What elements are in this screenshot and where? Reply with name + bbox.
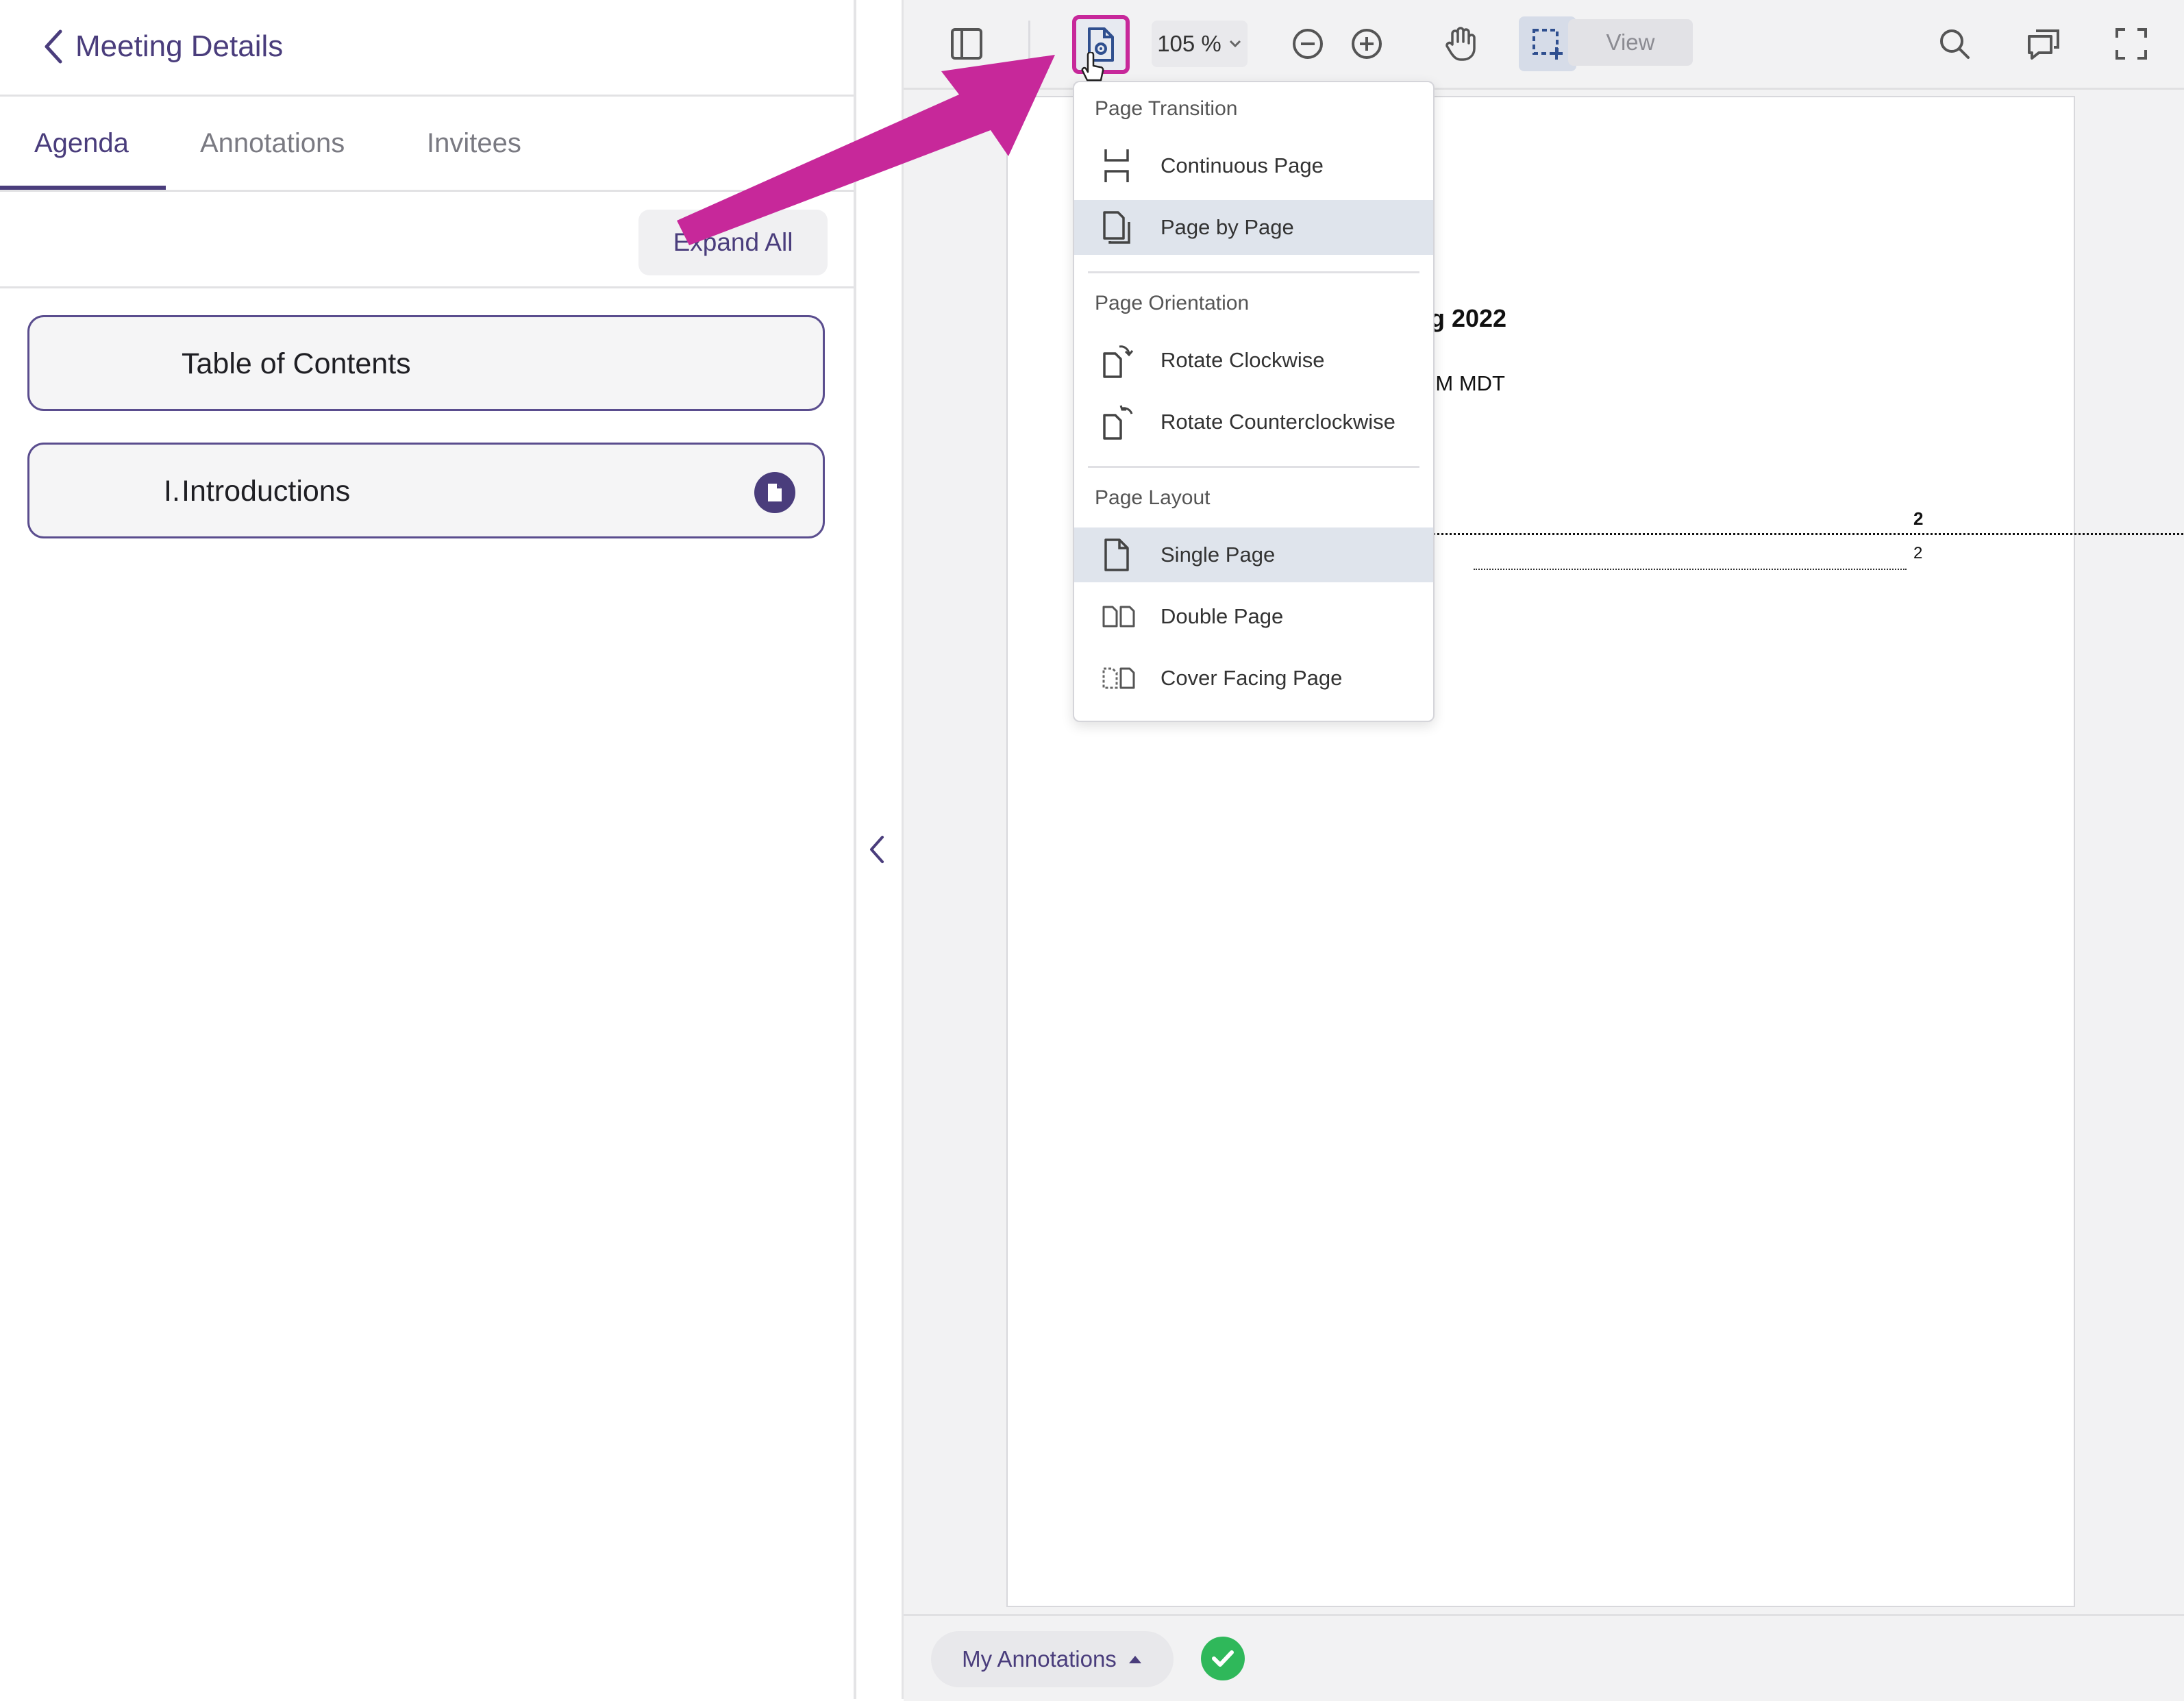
back-button[interactable]: Meeting Details <box>42 29 283 64</box>
chevron-left-icon <box>45 29 62 64</box>
toc-page-number: 2 <box>1913 508 1924 530</box>
menu-item-label: Double Page <box>1161 604 1284 628</box>
tab-agenda[interactable]: Agenda <box>34 128 129 159</box>
caret-up-icon <box>1128 1656 1141 1663</box>
zoom-out-icon[interactable] <box>1279 16 1337 71</box>
pointer-cursor-icon <box>1081 52 1104 82</box>
menu-item-label: Rotate Clockwise <box>1161 348 1325 372</box>
menu-item-label: Single Page <box>1161 543 1276 567</box>
fullscreen-icon[interactable] <box>2102 16 2160 71</box>
active-tab-indicator <box>0 186 166 190</box>
menu-heading-page-orientation: Page Orientation <box>1095 292 1250 314</box>
rotate-clockwise-icon <box>1102 343 1143 378</box>
menu-item-rotate-counterclockwise[interactable]: Rotate Counterclockwise <box>1074 395 1433 449</box>
menu-item-single-page[interactable]: Single Page <box>1074 527 1433 582</box>
agenda-item-number: I. <box>164 475 180 508</box>
tab-invitees[interactable]: Invitees <box>427 128 521 159</box>
agenda-item-introductions[interactable]: I. Introductions <box>27 443 825 538</box>
agenda-panel: Meeting Details Agenda Annotations Invit… <box>0 0 854 1699</box>
agenda-item-title: Table of Contents <box>182 347 411 380</box>
toc-line-1 <box>1391 519 2184 537</box>
menu-item-label: Continuous Page <box>1161 153 1324 177</box>
view-button[interactable]: View <box>1568 19 1693 66</box>
my-annotations-button[interactable]: My Annotations <box>931 1631 1174 1687</box>
toc-page-number: 2 <box>1913 544 1923 562</box>
rotate-counterclockwise-icon <box>1102 404 1143 440</box>
agenda-item-table-of-contents[interactable]: Table of Contents <box>27 315 825 411</box>
annotation-arrow <box>677 55 1055 245</box>
menu-item-page-by-page[interactable]: Page by Page <box>1074 200 1433 255</box>
pan-hand-icon[interactable] <box>1431 16 1489 71</box>
toc-line-2 <box>1474 555 1907 573</box>
status-check-icon <box>1201 1637 1245 1680</box>
menu-heading-page-transition: Page Transition <box>1095 97 1238 120</box>
menu-heading-page-layout: Page Layout <box>1095 486 1211 509</box>
zoom-in-icon[interactable] <box>1338 16 1395 71</box>
chevron-down-icon <box>1229 40 1241 48</box>
zoom-value: 105 % <box>1157 31 1221 56</box>
document-attachment-icon[interactable] <box>754 472 795 513</box>
single-page-icon <box>1102 537 1143 573</box>
menu-item-double-page[interactable]: Double Page <box>1074 589 1433 644</box>
page-by-page-icon <box>1102 210 1143 245</box>
menu-divider <box>1088 466 1419 468</box>
menu-item-cover-facing-page[interactable]: Cover Facing Page <box>1074 651 1433 706</box>
menu-divider <box>1088 271 1419 273</box>
agenda-item-title: Introductions <box>182 475 351 508</box>
page-settings-menu: Page Transition Continuous Page Page by … <box>1073 81 1435 722</box>
my-annotations-label: My Annotations <box>962 1646 1117 1672</box>
tab-annotations[interactable]: Annotations <box>200 128 345 159</box>
continuous-page-icon <box>1102 148 1143 184</box>
menu-item-continuous-page[interactable]: Continuous Page <box>1074 138 1433 193</box>
viewer-bottom-bar: My Annotations <box>904 1614 2184 1701</box>
cover-facing-page-icon <box>1102 665 1143 692</box>
menu-item-label: Rotate Counterclockwise <box>1161 410 1395 434</box>
menu-item-rotate-clockwise[interactable]: Rotate Clockwise <box>1074 333 1433 388</box>
collapse-panel-icon[interactable] <box>867 833 886 866</box>
double-page-icon <box>1102 603 1143 630</box>
page-title: Meeting Details <box>75 29 284 63</box>
menu-item-label: Cover Facing Page <box>1161 666 1343 690</box>
search-icon[interactable] <box>1926 16 1983 71</box>
comments-icon[interactable] <box>2015 16 2072 71</box>
zoom-select[interactable]: 105 % <box>1152 21 1248 67</box>
menu-item-label: Page by Page <box>1161 215 1294 239</box>
